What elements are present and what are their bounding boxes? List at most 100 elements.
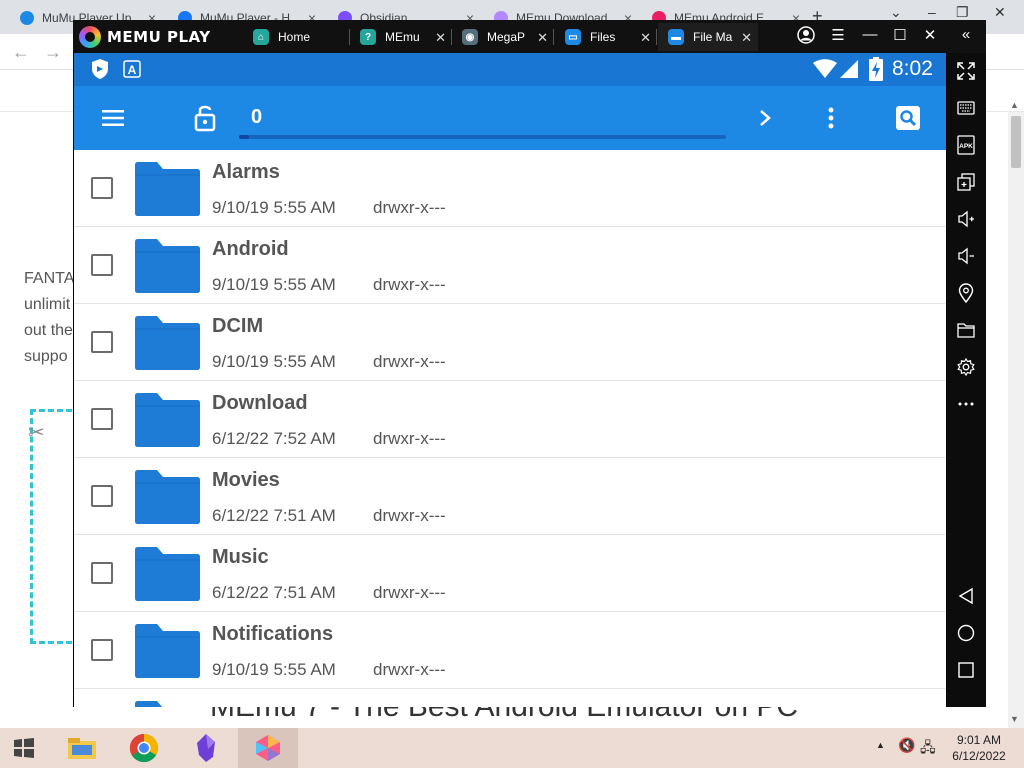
- memu-tab-files[interactable]: ▭ Files ✕: [565, 23, 657, 51]
- memu-tab-file-manager[interactable]: ▬ File Ma ✕: [658, 23, 758, 51]
- android-status-bar: A 8:02: [74, 53, 946, 86]
- list-item[interactable]: Notifications 9/10/19 5:55 AM drwxr-x---: [74, 612, 946, 689]
- close-icon[interactable]: ✕: [741, 30, 752, 46]
- folder-icon: [135, 162, 200, 216]
- file-permissions: drwxr-x---: [373, 506, 446, 525]
- memu-icon: [256, 735, 280, 761]
- checkbox[interactable]: [91, 254, 113, 276]
- checkbox[interactable]: [91, 408, 113, 430]
- maximize-icon[interactable]: ☐: [889, 26, 911, 44]
- list-item[interactable]: Music 6/12/22 7:51 AM drwxr-x---: [74, 535, 946, 612]
- obsidian-icon: [197, 734, 215, 762]
- file-permissions: drwxr-x---: [373, 583, 446, 602]
- file-date: 6/12/22 7:52 AM: [212, 429, 336, 448]
- folder-icon: [135, 701, 163, 707]
- clock-time: 9:01 AM: [956, 733, 1002, 747]
- search-icon[interactable]: [896, 106, 920, 130]
- list-item[interactable]: Android 9/10/19 5:55 AM drwxr-x---: [74, 227, 946, 304]
- folder-icon: [135, 624, 200, 678]
- apk-install-icon[interactable]: APK: [953, 132, 979, 158]
- menu-icon[interactable]: ☰: [827, 26, 849, 44]
- recents-square-icon[interactable]: [953, 657, 979, 683]
- memu-logo-icon: [79, 26, 101, 48]
- checkbox[interactable]: [91, 639, 113, 661]
- file-date: 9/10/19 5:55 AM: [212, 275, 336, 294]
- volume-down-icon[interactable]: [953, 243, 979, 269]
- scroll-down-icon[interactable]: ▼: [1010, 714, 1019, 724]
- svg-text:A: A: [128, 63, 137, 77]
- memu-tab-megap[interactable]: ◉ MegaP ✕: [462, 23, 554, 51]
- minimize-icon[interactable]: —: [859, 26, 881, 43]
- chrome-taskbar-app[interactable]: [114, 728, 174, 768]
- list-item[interactable]: [74, 689, 946, 707]
- keyboard-icon[interactable]: [953, 95, 979, 121]
- checkbox[interactable]: [91, 485, 113, 507]
- memu-tab-label: MEmu: [385, 30, 420, 44]
- tray-chevron-icon[interactable]: ▲: [876, 740, 885, 750]
- shield-icon: [92, 59, 108, 79]
- network-icon[interactable]: 🖧: [920, 737, 936, 761]
- close-icon[interactable]: ✕: [537, 30, 548, 46]
- close-icon[interactable]: ✕: [919, 26, 941, 44]
- file-manager-appbar: 0: [74, 86, 946, 150]
- scissors-icon: ✂: [28, 422, 45, 444]
- volume-muted-icon[interactable]: 🔇: [898, 737, 915, 754]
- scroll-up-icon[interactable]: ▲: [1010, 100, 1019, 110]
- list-item[interactable]: Movies 6/12/22 7:51 AM drwxr-x---: [74, 458, 946, 535]
- file-permissions: drwxr-x---: [373, 660, 446, 679]
- memu-brand: MEMU PLAY: [107, 28, 211, 46]
- cell-signal-icon: [840, 60, 858, 78]
- obsidian-taskbar-app[interactable]: [176, 728, 236, 768]
- file-name: Download: [212, 392, 308, 414]
- restore-icon[interactable]: ❐: [956, 4, 969, 21]
- account-icon[interactable]: [795, 26, 817, 48]
- file-name: Alarms: [212, 161, 280, 183]
- progress-fill: [239, 135, 249, 139]
- checkbox[interactable]: [91, 177, 113, 199]
- folder-icon: ▬: [668, 29, 684, 45]
- more-options-icon[interactable]: [953, 391, 979, 417]
- back-triangle-icon[interactable]: [953, 583, 979, 609]
- memu-tab-memu[interactable]: ? MEmu ✕: [360, 23, 452, 51]
- close-icon[interactable]: ✕: [435, 30, 446, 46]
- memu-taskbar-app[interactable]: [238, 728, 298, 768]
- file-explorer-taskbar-app[interactable]: [52, 728, 112, 768]
- file-permissions: drwxr-x---: [373, 198, 446, 217]
- fullscreen-icon[interactable]: [953, 58, 979, 84]
- taskbar-clock[interactable]: 9:01 AM 6/12/2022: [944, 732, 1014, 764]
- close-icon[interactable]: ✕: [640, 30, 651, 46]
- location-icon[interactable]: [953, 280, 979, 306]
- settings-gear-icon[interactable]: [953, 354, 979, 380]
- hamburger-menu-icon[interactable]: [101, 106, 125, 130]
- home-circle-icon[interactable]: [953, 620, 979, 646]
- list-item[interactable]: Download 6/12/22 7:52 AM drwxr-x---: [74, 381, 946, 458]
- start-button[interactable]: [0, 728, 48, 768]
- folder-icon: [135, 316, 200, 370]
- unlock-icon[interactable]: [193, 103, 217, 133]
- chevron-down-icon[interactable]: ⌄: [890, 4, 902, 21]
- checkbox[interactable]: [91, 331, 113, 353]
- memu-tab-home[interactable]: ⌂ Home: [253, 23, 350, 51]
- shared-folder-icon[interactable]: [953, 317, 979, 343]
- checkbox[interactable]: [91, 562, 113, 584]
- selected-count: 0: [251, 106, 263, 128]
- file-date: 9/10/19 5:55 AM: [212, 660, 336, 679]
- page-scrollbar[interactable]: [1008, 112, 1024, 732]
- file-permissions: drwxr-x---: [373, 429, 446, 448]
- windows-logo-icon: [14, 738, 34, 758]
- minimize-icon[interactable]: –: [928, 4, 936, 20]
- file-permissions: drwxr-x---: [373, 352, 446, 371]
- back-arrow-icon[interactable]: ←: [12, 42, 30, 63]
- collapse-sidebar-icon[interactable]: «: [955, 26, 977, 43]
- overflow-menu-icon[interactable]: [825, 106, 837, 130]
- chevron-right-icon[interactable]: [757, 108, 773, 128]
- list-item[interactable]: DCIM 9/10/19 5:55 AM drwxr-x---: [74, 304, 946, 381]
- multi-instance-icon[interactable]: [953, 169, 979, 195]
- volume-up-icon[interactable]: [953, 206, 979, 232]
- close-icon[interactable]: ✕: [994, 4, 1006, 21]
- forward-arrow-icon[interactable]: →: [44, 42, 62, 63]
- list-item[interactable]: Alarms 9/10/19 5:55 AM drwxr-x---: [74, 150, 946, 227]
- scrollbar-thumb[interactable]: [1011, 116, 1021, 168]
- file-date: 9/10/19 5:55 AM: [212, 352, 336, 371]
- file-name: Movies: [212, 469, 280, 491]
